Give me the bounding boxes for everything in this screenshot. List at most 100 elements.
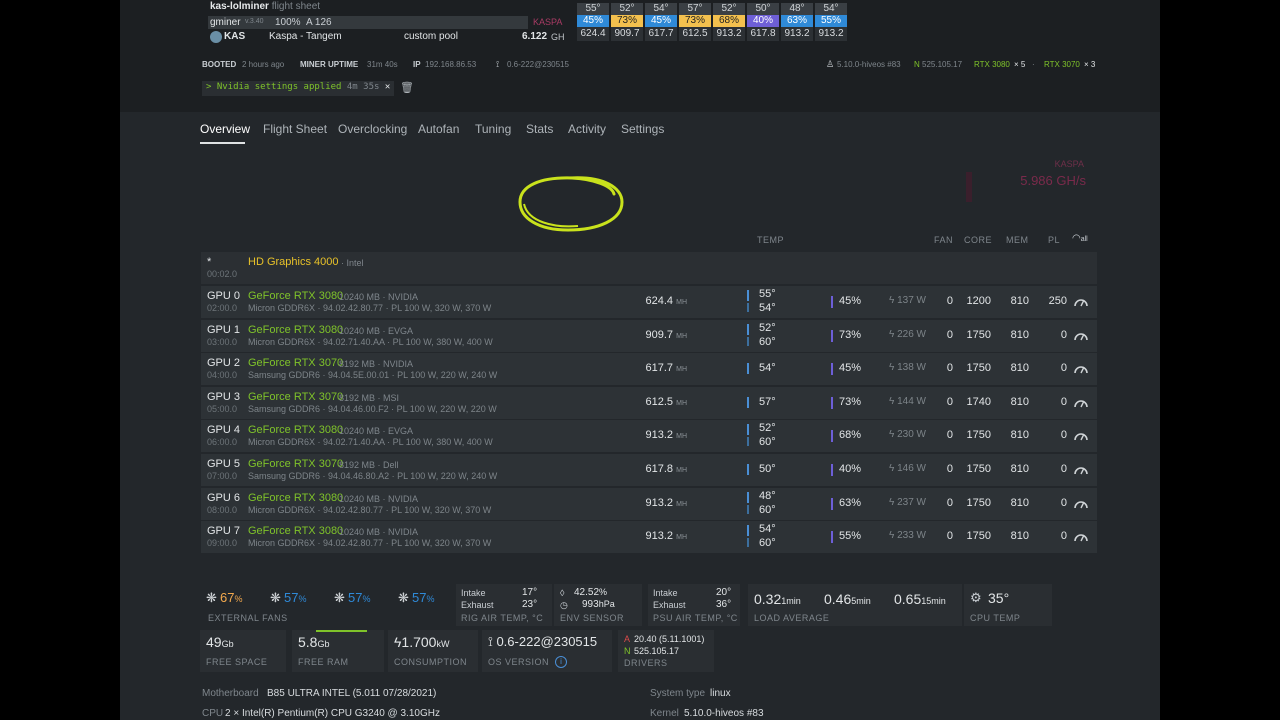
gpu-summary-cell[interactable]: 52° 68% 913.2 — [713, 3, 745, 41]
consumption-panel: ϟ1.700kW CONSUMPTION — [388, 630, 478, 672]
gpu-summary-cell[interactable]: 55° 45% 624.4 — [577, 3, 609, 41]
gpu-model: GeForce RTX 3080 — [248, 424, 344, 437]
gpu-power: ϟ 137 W — [889, 295, 926, 306]
gpu-core-temp: 50° — [759, 463, 776, 475]
gpu-summary-cell[interactable]: 57° 73% 612.5 — [679, 3, 711, 41]
gpu-summary-cell[interactable]: 50° 40% 617.8 — [747, 3, 779, 41]
external-fan-value: 67% — [220, 590, 242, 605]
summary-hash: 913.2 — [815, 27, 847, 41]
gauge-icon[interactable] — [1073, 329, 1089, 341]
summary-hash: 617.8 — [747, 27, 779, 41]
gpu-row[interactable]: GPU 2 04:00.0 GeForce RTX 3070 8192 MB · NV… — [201, 352, 1097, 386]
gpu-model: GeForce RTX 3080 — [248, 525, 344, 538]
psu-intake-value: 20° — [716, 587, 732, 598]
pool-name[interactable]: custom pool — [404, 31, 458, 42]
os-version-label: OS VERSION — [488, 657, 550, 667]
gauge-icon[interactable] — [1073, 396, 1089, 408]
gpu-row[interactable]: GPU 0 02:00.0 GeForce RTX 3080 10240 MB · N… — [201, 285, 1097, 318]
gpu-row[interactable]: GPU 6 08:00.0 GeForce RTX 3080 10240 MB · N… — [201, 486, 1097, 520]
gauge-icon[interactable] — [1073, 362, 1089, 374]
temp-bar-icon — [747, 290, 749, 301]
tab-stats[interactable]: Stats — [526, 122, 553, 136]
gpu-fan: 55% — [839, 530, 862, 543]
gpu-summary-cell[interactable]: 54° 55% 913.2 — [815, 3, 847, 41]
gpu-power: ϟ 226 W — [889, 328, 926, 340]
gpu-row[interactable]: GPU 1 03:00.0 GeForce RTX 3080 10240 MB · E… — [201, 318, 1097, 352]
load-average-panel: 0.321min 0.465min 0.6515min LOAD AVERAGE — [748, 584, 962, 626]
gpu-hashrate-value: 913.2 — [645, 530, 674, 543]
free-space-number: 49 — [206, 634, 222, 650]
tab-flight-sheet[interactable]: Flight Sheet — [263, 122, 327, 136]
gauge-icon[interactable] — [1073, 530, 1089, 542]
gauge-icon[interactable] — [1073, 463, 1089, 475]
accepted-shares: A 126 — [306, 17, 332, 28]
gpu-core-clock: 1750 — [966, 463, 991, 475]
os-version-panel: ⟟ 0.6-222@230515 OS VERSION i — [482, 630, 612, 672]
tab-autofan[interactable]: Autofan — [418, 122, 459, 136]
gpu-row[interactable]: GPU 5 07:00.0 GeForce RTX 3070 8192 MB · De… — [201, 453, 1097, 486]
load-5-unit: 5min — [851, 596, 871, 606]
nvidia-n-driver: N — [624, 646, 631, 656]
gpu-row[interactable]: GPU 3 05:00.0 GeForce RTX 3070 8192 MB · MS… — [201, 385, 1097, 419]
external-fan-unit: % — [234, 594, 243, 604]
gpu-hashrate-unit: MH — [676, 299, 687, 306]
gpu-memory-info: Micron GDDR6X · 94.02.42.80.77 · PL 100 … — [248, 303, 492, 313]
igpu-model: HD Graphics 4000 — [248, 256, 339, 268]
gpu-memory-info: Samsung GDDR6 · 94.04.46.80.A2 · PL 100 … — [248, 471, 498, 481]
info-icon[interactable]: i — [555, 656, 567, 668]
gpu-hashrate: 913.2 MH — [631, 497, 687, 509]
trash-icon[interactable]: 🗑 — [400, 81, 414, 94]
tab-settings[interactable]: Settings — [621, 122, 664, 136]
gpu-mem-clock: 810 — [1010, 463, 1029, 475]
gauge-icon[interactable] — [1073, 497, 1089, 509]
load-15: 0.6515min — [894, 591, 946, 607]
algo-tag: KASPA — [533, 17, 563, 27]
rtx3080-count: × 5 — [1014, 60, 1026, 69]
close-icon[interactable]: ✕ — [385, 82, 390, 92]
ip-label: IP — [413, 60, 421, 69]
igpu-row[interactable]: * 00:02.0 HD Graphics 4000 · Intel — [201, 251, 1097, 284]
wallet-name[interactable]: Kaspa - Tangem — [269, 31, 342, 42]
tab-overview[interactable]: Overview — [200, 122, 250, 136]
gpu-row[interactable]: GPU 4 06:00.0 GeForce RTX 3080 10240 MB · E… — [201, 419, 1097, 453]
gpu-summary-cell[interactable]: 52° 73% 909.7 — [611, 3, 643, 41]
gpu-summary-cell[interactable]: 48° 63% 913.2 — [781, 3, 813, 41]
gpu-summary-cell[interactable]: 54° 45% 617.7 — [645, 3, 677, 41]
gpu-id: GPU 0 — [207, 290, 241, 302]
free-space-value: 49Gb — [206, 634, 234, 650]
gpu-power-unit: W — [916, 295, 926, 306]
gauge-all-icon[interactable]: ◠all — [1072, 233, 1088, 244]
free-ram-unit: Gb — [317, 639, 330, 649]
tab-activity[interactable]: Activity — [568, 122, 606, 136]
consumption-unit: kW — [436, 639, 450, 649]
gpu-model: GeForce RTX 3070 — [248, 458, 344, 470]
nvidia-driver: 525.105.17 — [634, 646, 680, 656]
rig-air-label: RIG AIR TEMP, °C — [461, 613, 544, 623]
rig-title[interactable]: kas-lolminer flight sheet — [210, 1, 320, 12]
humidity-number: 42.52 — [574, 587, 600, 598]
summary-temp: 54° — [815, 3, 847, 15]
gpu-power-limit: 0 — [1060, 463, 1067, 475]
gpu-oc-fan: 0 — [946, 295, 953, 307]
gpu-mem-clock: 810 — [1010, 328, 1029, 341]
mem-temp-bar-icon — [747, 538, 749, 548]
external-fan-unit: % — [362, 594, 371, 604]
booted-label: BOOTED — [202, 60, 237, 69]
summary-hash: 909.7 — [611, 27, 643, 41]
gpu-bus: 02:00.0 — [207, 303, 238, 313]
load-1-unit: 1min — [781, 596, 801, 606]
gpu-core-temp: 52° — [759, 321, 776, 334]
tab-overclocking[interactable]: Overclocking — [338, 122, 407, 136]
psu-air-panel: Intake 20° Exhaust 36° PSU AIR TEMP, °C — [648, 584, 740, 626]
gpu-row[interactable]: GPU 7 09:00.0 GeForce RTX 3080 10240 MB · N… — [201, 520, 1097, 554]
gpu-oc-fan: 0 — [946, 530, 953, 543]
fan-icon: ❋ — [270, 590, 281, 605]
gpu-power-unit: W — [916, 429, 926, 441]
free-space-unit: Gb — [221, 639, 234, 649]
summary-temp: 50° — [747, 3, 779, 15]
gauge-icon[interactable] — [1073, 295, 1089, 307]
gauge-icon[interactable] — [1073, 429, 1089, 441]
tab-tuning[interactable]: Tuning — [475, 122, 511, 136]
miner-name: gminer — [210, 17, 241, 28]
summary-temp: 52° — [611, 3, 643, 15]
